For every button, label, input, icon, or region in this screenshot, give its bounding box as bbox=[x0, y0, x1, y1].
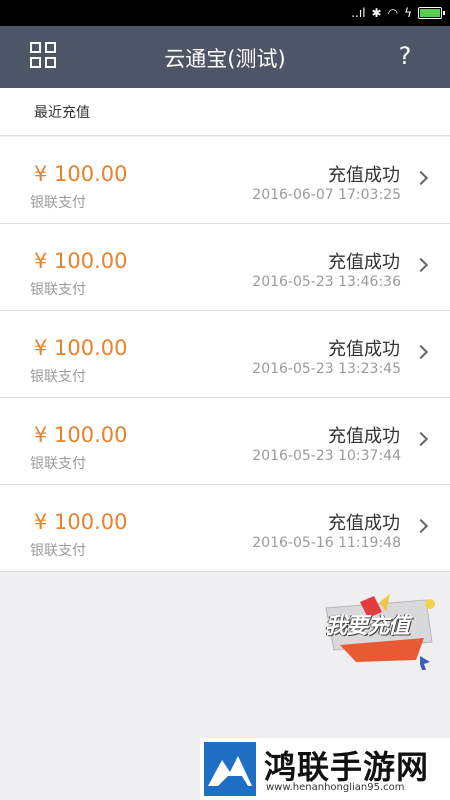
bluetooth-icon: ✱ bbox=[371, 6, 382, 20]
recharge-record[interactable]: ¥ 100.00 银联支付 充值成功 2016-05-23 13:46:36 bbox=[0, 224, 450, 311]
chevron-right-icon bbox=[413, 344, 429, 360]
recharge-time: 2016-05-16 11:19:48 bbox=[252, 535, 401, 551]
payment-method: 银联支付 bbox=[30, 195, 86, 211]
wifi-icon: ◠ bbox=[387, 6, 399, 20]
recharge-record[interactable]: ¥ 100.00 银联支付 充值成功 2016-06-07 17:03:25 bbox=[0, 137, 450, 224]
recharge-time: 2016-06-07 17:03:25 bbox=[252, 187, 401, 203]
recharge-status: 充值成功 bbox=[328, 339, 400, 360]
recharge-amount: ¥ 100.00 bbox=[34, 336, 128, 360]
status-icons: ..ıl ✱ ◠ ϟ bbox=[351, 4, 445, 22]
recharge-time: 2016-05-23 13:23:45 bbox=[252, 361, 401, 377]
chevron-right-icon bbox=[413, 170, 429, 186]
recent-recharge-label: 最近充值 bbox=[34, 105, 90, 121]
chevron-right-icon bbox=[413, 257, 429, 273]
section-header: 最近充值 bbox=[0, 88, 450, 136]
recharge-status: 充值成功 bbox=[328, 252, 400, 273]
payment-method: 银联支付 bbox=[30, 456, 86, 472]
watermark-url: www.henanhonglian95.com bbox=[266, 782, 405, 793]
recharge-status: 充值成功 bbox=[328, 426, 400, 447]
payment-method: 银联支付 bbox=[30, 543, 86, 559]
recharge-amount: ¥ 100.00 bbox=[34, 423, 128, 447]
recharge-record[interactable]: ¥ 100.00 银联支付 充值成功 2016-05-16 11:19:48 bbox=[0, 485, 450, 572]
recharge-amount: ¥ 100.00 bbox=[34, 510, 128, 534]
help-button[interactable]: ? bbox=[390, 40, 420, 72]
recharge-record[interactable]: ¥ 100.00 银联支付 充值成功 2016-05-23 13:23:45 bbox=[0, 311, 450, 398]
status-bar: ..ıl ✱ ◠ ϟ bbox=[0, 0, 450, 26]
chevron-right-icon bbox=[413, 431, 429, 447]
watermark: 鸿联手游网 www.henanhonglian95.com bbox=[200, 738, 450, 800]
battery-icon bbox=[418, 7, 445, 19]
recharge-amount: ¥ 100.00 bbox=[34, 249, 128, 273]
recharge-time: 2016-05-23 10:37:44 bbox=[252, 448, 401, 464]
page-title: 云通宝(测试) bbox=[164, 47, 286, 71]
recharge-record[interactable]: ¥ 100.00 银联支付 充值成功 2016-05-23 10:37:44 bbox=[0, 398, 450, 485]
chevron-right-icon bbox=[413, 518, 429, 534]
recharge-now-button[interactable]: 我要充值 bbox=[320, 590, 444, 672]
recharge-time: 2016-05-23 13:46:36 bbox=[252, 274, 401, 290]
recharge-now-label: 我要充值 bbox=[325, 614, 410, 639]
payment-method: 银联支付 bbox=[30, 282, 86, 298]
recharge-list: ¥ 100.00 银联支付 充值成功 2016-06-07 17:03:25 ¥… bbox=[0, 137, 450, 572]
recharge-amount: ¥ 100.00 bbox=[34, 162, 128, 186]
battery-level bbox=[420, 9, 440, 17]
charging-icon: ϟ bbox=[404, 6, 412, 20]
payment-method: 银联支付 bbox=[30, 369, 86, 385]
app-header: 云通宝(测试) ? bbox=[0, 26, 450, 88]
site-logo-icon bbox=[204, 742, 256, 796]
signal-icon: ..ıl bbox=[351, 6, 366, 20]
recharge-status: 充值成功 bbox=[328, 513, 400, 534]
recharge-status: 充值成功 bbox=[328, 165, 400, 186]
